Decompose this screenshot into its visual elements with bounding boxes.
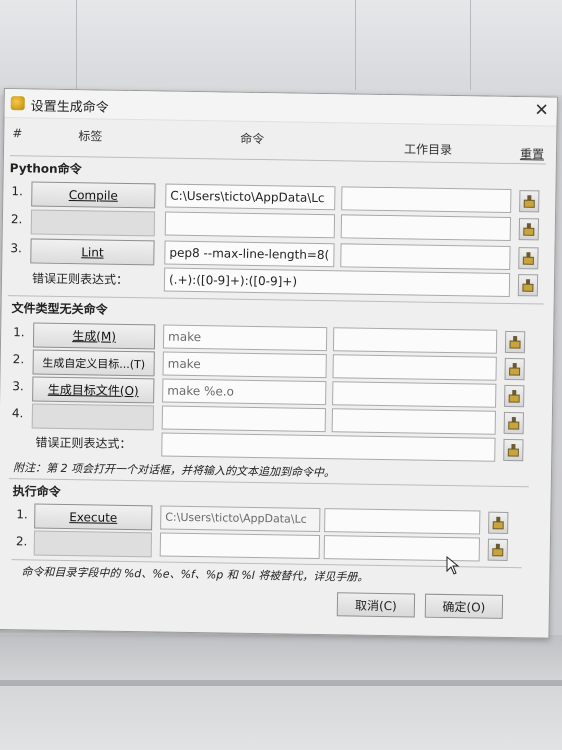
python-command-field-1[interactable]: C:\Users\ticto\AppData\Lc [165, 183, 336, 211]
python-workdir-field-1[interactable] [341, 186, 512, 213]
independent-workdir-field-1[interactable] [332, 327, 498, 354]
python-workdir-field-3[interactable] [340, 243, 511, 270]
clear-broom-icon [507, 444, 519, 457]
clear-broom-icon [509, 336, 521, 349]
build-make-button[interactable]: 生成(M) [32, 322, 156, 350]
independent-regex-field[interactable] [161, 432, 496, 462]
button-label: Compile [68, 187, 118, 203]
clear-broom-icon [522, 252, 534, 265]
reset-button[interactable] [503, 411, 524, 435]
row-number: 2. [10, 212, 23, 227]
reset-button[interactable] [503, 438, 524, 462]
background-strip [0, 680, 562, 686]
python-regex-field[interactable]: (.+):([0-9]+):([0-9]+) [163, 267, 511, 297]
clear-broom-icon [508, 417, 520, 430]
header-command: 命令 [240, 131, 265, 147]
row-number: 1. [16, 507, 28, 522]
button-label: 生成目标文件(O) [47, 382, 139, 399]
background-divider [355, 0, 356, 90]
placeholder-note: 命令和目录字段中的 %d、%e、%f、%p 和 %l 将被替代，详见手册。 [21, 565, 369, 584]
reset-button[interactable] [518, 218, 540, 241]
reset-button[interactable] [488, 511, 509, 534]
python-command-field-2[interactable] [164, 211, 336, 239]
python-workdir-field-2[interactable] [340, 214, 512, 241]
clear-broom-icon [522, 279, 534, 292]
clear-broom-icon [509, 363, 521, 376]
independent-regex-label: 错误正则表达式： [35, 435, 132, 452]
section-separator [8, 478, 529, 488]
background-monitor-top [0, 0, 562, 95]
close-icon[interactable]: ✕ [534, 100, 549, 120]
independent-workdir-field-3[interactable] [332, 381, 497, 408]
python-regex-label: 错误正则表达式： [31, 271, 129, 287]
row-number: 2. [12, 352, 25, 367]
clear-broom-icon [492, 543, 504, 557]
execute-command-field-2[interactable] [159, 532, 321, 560]
execute-label-button-2[interactable] [33, 530, 153, 558]
execute-workdir-field-1[interactable] [324, 508, 481, 535]
independent-label-button-4[interactable] [31, 403, 155, 431]
python-label-button-3[interactable]: Lint [30, 238, 155, 266]
independent-workdir-field-4[interactable] [331, 408, 496, 435]
independent-workdir-field-2[interactable] [332, 354, 497, 381]
button-label: Execute [69, 509, 118, 525]
reset-button[interactable] [517, 274, 539, 297]
python-section-title: Python命令 [9, 161, 82, 177]
row-number: 1. [13, 325, 25, 340]
header-workdir: 工作目录 [403, 142, 453, 158]
background-desk [0, 635, 562, 750]
button-label: Lint [81, 244, 104, 260]
clear-broom-icon [508, 390, 520, 403]
execute-button[interactable]: Execute [34, 503, 153, 531]
independent-command-field-2[interactable]: make [162, 351, 327, 379]
header-separator [9, 155, 546, 165]
ok-button[interactable]: 确定(O) [424, 593, 504, 619]
dialog-title: 设置生成命令 [30, 99, 109, 116]
independent-command-field-3[interactable]: make %e.o [162, 378, 327, 406]
independent-section-title: 文件类型无关命令 [11, 301, 108, 317]
python-label-button-2[interactable] [30, 209, 156, 237]
background-divider [76, 0, 77, 90]
clear-broom-icon [492, 516, 504, 530]
row-number: 3. [10, 241, 23, 256]
clear-broom-icon [523, 223, 535, 236]
reset-button[interactable] [518, 247, 539, 270]
row-number: 2. [15, 534, 28, 549]
execute-command-field-1[interactable]: C:\Users\ticto\AppData\Lc [160, 505, 321, 533]
python-command-field-3[interactable]: pep8 --max-line-length=8( [164, 240, 335, 268]
reset-button[interactable] [504, 384, 525, 408]
independent-command-field-1[interactable]: make [162, 324, 328, 352]
python-label-button-1[interactable]: Compile [31, 181, 156, 209]
execute-section-title: 执行命令 [12, 484, 61, 499]
reset-button[interactable] [519, 190, 540, 213]
build-object-file-button[interactable]: 生成目标文件(O) [32, 376, 155, 404]
mouse-pointer-icon [446, 556, 460, 575]
cancel-label: 取消(C) [354, 598, 397, 613]
button-label: 生成(M) [72, 329, 117, 344]
cancel-button[interactable]: 取消(C) [336, 592, 416, 618]
row-number: 3. [12, 379, 24, 394]
row-number: 1. [11, 184, 23, 199]
background-divider [470, 0, 471, 90]
append-text-note: 附注：第 2 项会打开一个对话框，并将输入的文本追加到命令中。 [12, 461, 336, 480]
geany-icon [10, 96, 25, 111]
ok-label: 确定(O) [442, 599, 486, 615]
reset-button[interactable] [504, 357, 525, 381]
reset-button[interactable] [504, 330, 526, 354]
header-reset: 重置 [519, 147, 545, 162]
clear-broom-icon [523, 195, 535, 208]
independent-command-field-4[interactable] [161, 405, 327, 433]
reset-button[interactable] [487, 538, 508, 561]
title-bar: 设置生成命令 ✕ [4, 89, 557, 127]
build-commands-dialog: 设置生成命令 ✕ # 标签 命令 工作目录 重置 Python命令 1. Com… [0, 88, 558, 639]
header-label: 标签 [78, 129, 103, 144]
button-label: 生成自定义目标...(T) [42, 356, 146, 371]
row-number: 4. [11, 406, 24, 421]
header-num: # [12, 126, 23, 141]
build-custom-target-button[interactable]: 生成自定义目标...(T) [32, 349, 155, 377]
